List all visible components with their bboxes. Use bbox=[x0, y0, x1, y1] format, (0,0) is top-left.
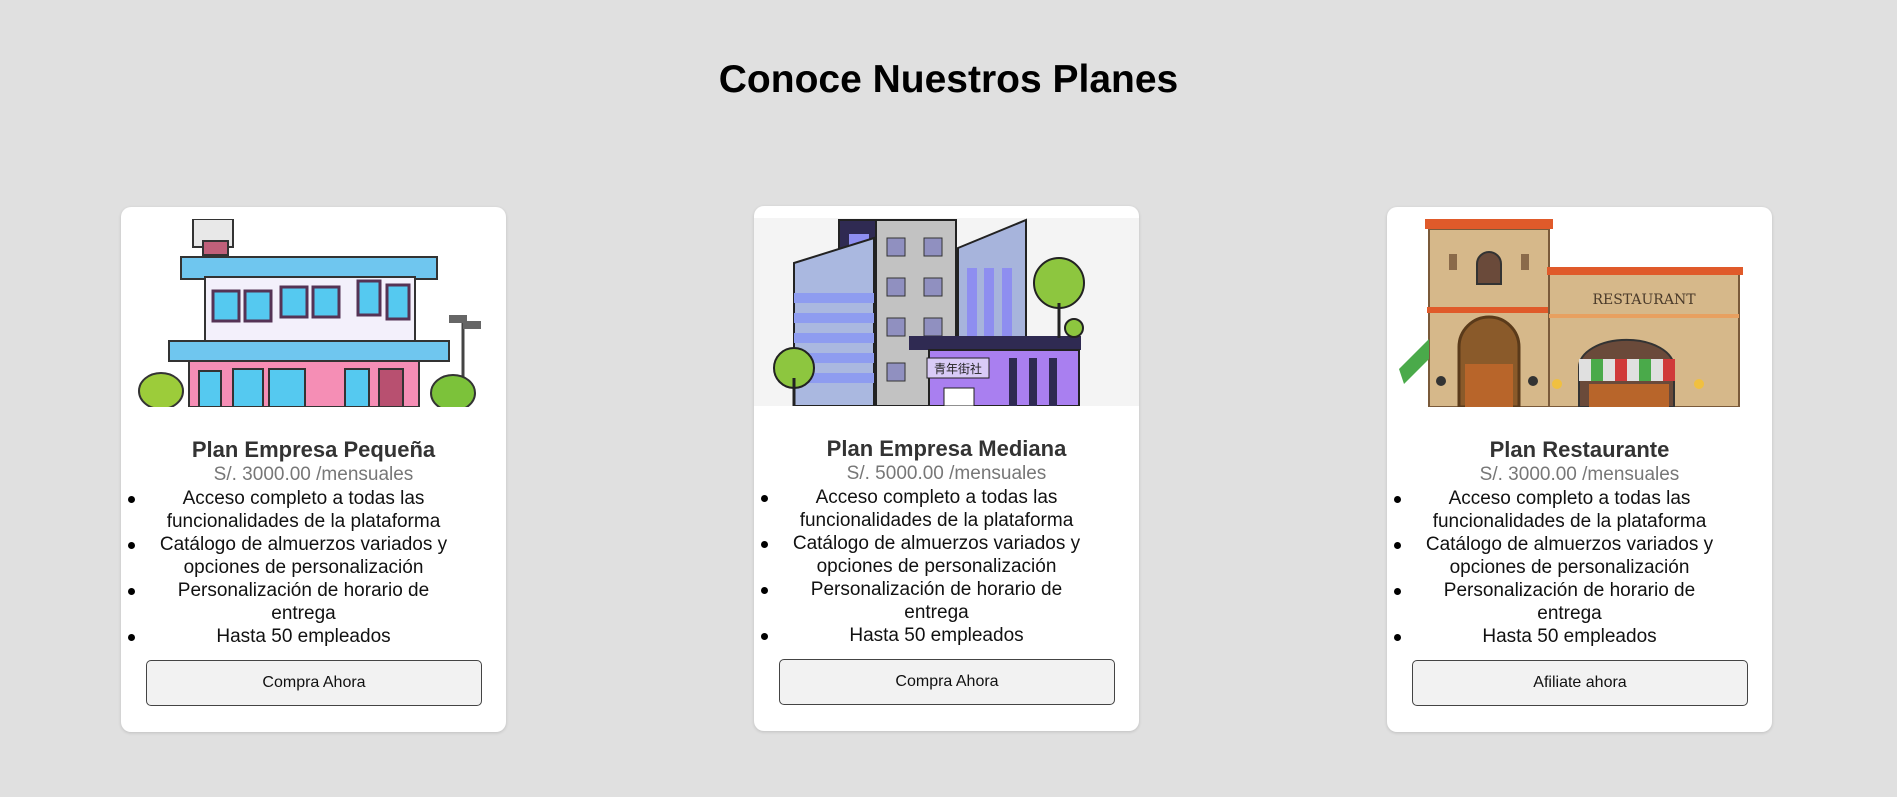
feature-item: Personalización de horario de entrega bbox=[1387, 579, 1772, 625]
plan-card-empresa-mediana: 青年街社 Plan Empresa Mediana S/. 5000.00 /m… bbox=[754, 206, 1139, 731]
restaurant-building-illustration: RESTAURANT bbox=[1399, 219, 1760, 407]
feature-item: Acceso completo a todas las funcionalida… bbox=[754, 486, 1139, 532]
plan-price: S/. 3000.00 /mensuales bbox=[1479, 464, 1680, 485]
feature-item: Catálogo de almuerzos variados y opcione… bbox=[1387, 533, 1772, 579]
plan-card-empresa-pequena: Plan Empresa Pequeña S/. 3000.00 /mensua… bbox=[121, 207, 506, 732]
feature-item: Acceso completo a todas las funcionalida… bbox=[1387, 487, 1772, 533]
plan-name: Plan Restaurante bbox=[1489, 437, 1670, 462]
features-list: Acceso completo a todas las funcionalida… bbox=[754, 486, 1139, 647]
plan-price: S/. 3000.00 /mensuales bbox=[213, 464, 414, 485]
feature-item: Hasta 50 empleados bbox=[121, 625, 506, 648]
feature-item: Catálogo de almuerzos variados y opcione… bbox=[121, 533, 506, 579]
plan-name: Plan Empresa Mediana bbox=[826, 436, 1067, 461]
feature-item: Hasta 50 empleados bbox=[1387, 625, 1772, 648]
feature-item: Catálogo de almuerzos variados y opcione… bbox=[754, 532, 1139, 578]
buy-now-button[interactable]: Compra Ahora bbox=[146, 660, 482, 706]
plan-card-restaurante: RESTAURANT Plan Restaurante S/. 3000.00 … bbox=[1387, 207, 1772, 732]
restaurant-sign-text: RESTAURANT bbox=[1592, 292, 1696, 308]
affiliate-now-button[interactable]: Afiliate ahora bbox=[1412, 660, 1748, 706]
feature-item: Acceso completo a todas las funcionalida… bbox=[121, 487, 506, 533]
feature-item: Personalización de horario de entrega bbox=[121, 579, 506, 625]
feature-item: Hasta 50 empleados bbox=[754, 624, 1139, 647]
page-title: Conoce Nuestros Planes bbox=[718, 58, 1179, 101]
features-list: Acceso completo a todas las funcionalida… bbox=[121, 487, 506, 648]
feature-item: Personalización de horario de entrega bbox=[754, 578, 1139, 624]
features-list: Acceso completo a todas las funcionalida… bbox=[1387, 487, 1772, 648]
building-sign-text: 青年街社 bbox=[934, 361, 982, 376]
plan-name: Plan Empresa Pequeña bbox=[191, 437, 436, 462]
plan-price: S/. 5000.00 /mensuales bbox=[846, 463, 1047, 484]
buy-now-button[interactable]: Compra Ahora bbox=[779, 659, 1115, 705]
medium-office-buildings-illustration: 青年街社 bbox=[754, 218, 1139, 406]
small-office-building-illustration bbox=[133, 219, 494, 407]
